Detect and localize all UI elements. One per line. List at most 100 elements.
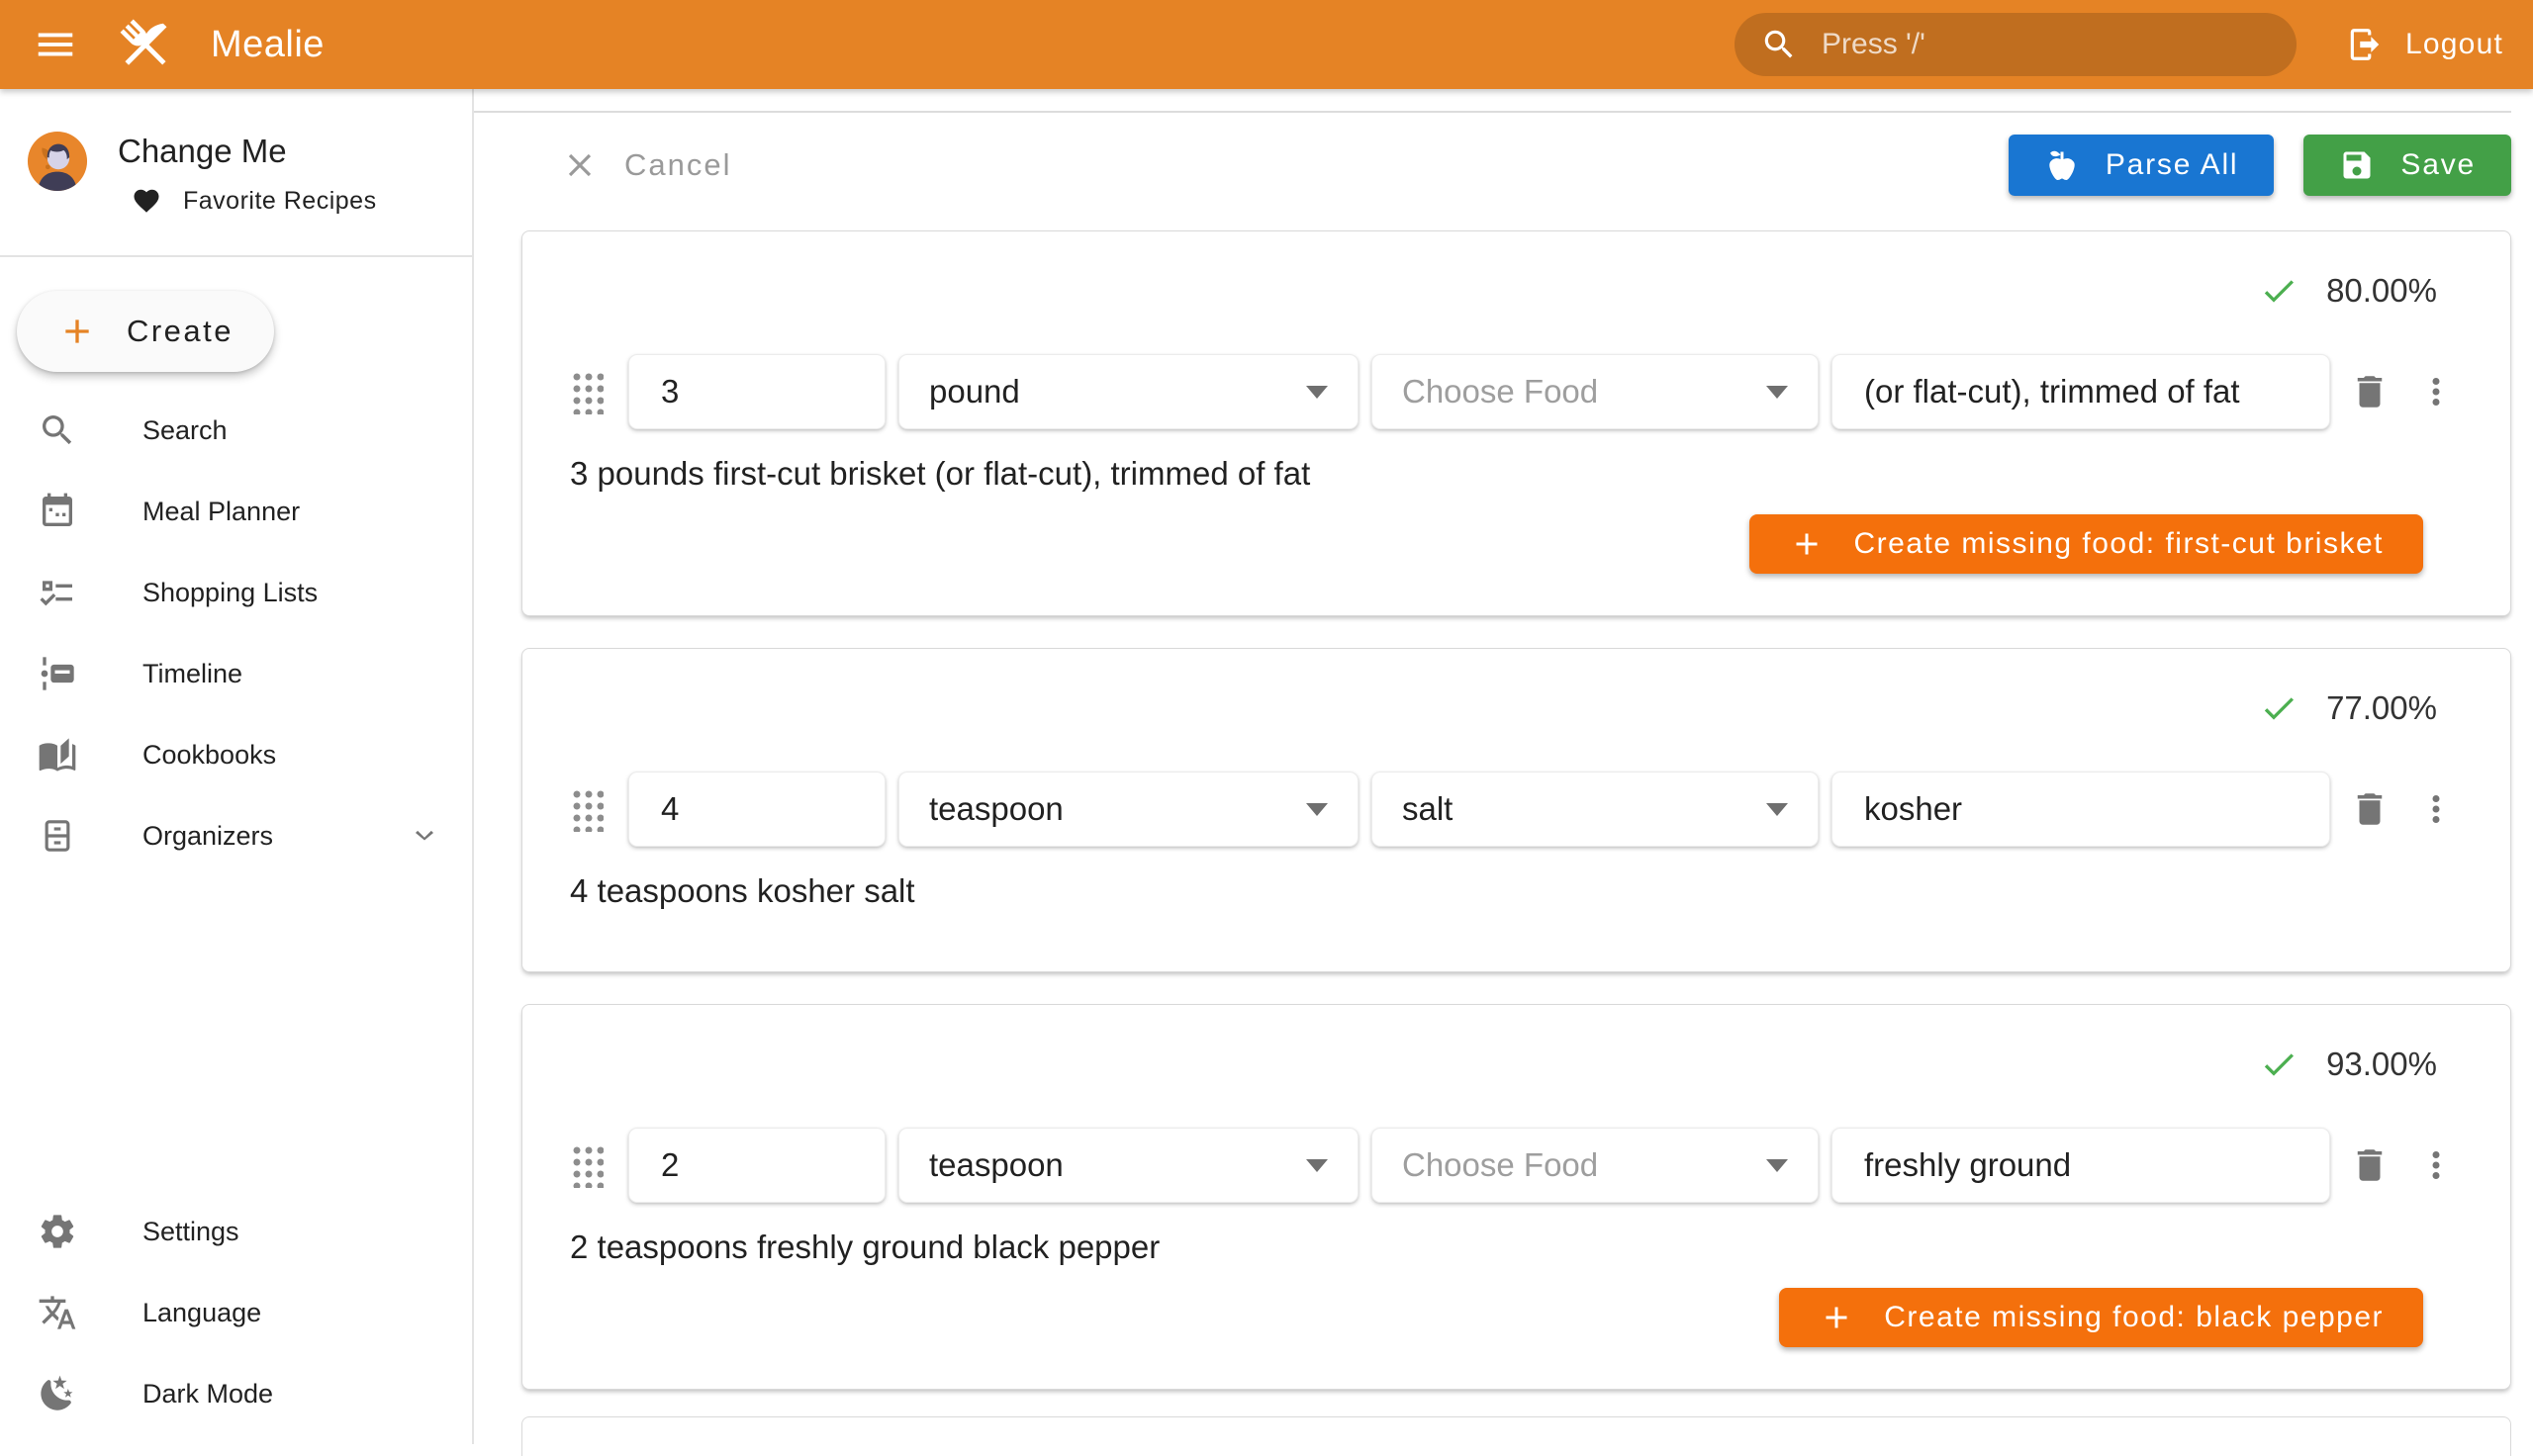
sidebar-item-dark-mode[interactable]: Dark Mode — [0, 1353, 472, 1434]
user-name: Change Me — [118, 133, 377, 170]
plus-icon — [57, 312, 97, 351]
original-ingredient-text: 2 teaspoons freshly ground black pepper — [570, 1228, 2463, 1266]
confidence-row: 93.00% — [570, 1045, 2437, 1084]
calendar-icon — [38, 492, 77, 531]
dropdown-caret-icon — [1306, 803, 1328, 816]
dropdown-caret-icon — [1766, 1159, 1788, 1172]
note-input[interactable] — [1831, 354, 2330, 429]
note-input[interactable] — [1831, 1128, 2330, 1203]
open-book-icon — [38, 735, 77, 774]
dropdown-caret-icon — [1766, 803, 1788, 816]
food-select[interactable]: Choose Food — [1371, 1128, 1819, 1203]
create-missing-food-label: Create missing food: black pepper — [1884, 1301, 2384, 1334]
search-input[interactable] — [1820, 27, 2271, 62]
delete-ingredient-button[interactable] — [2343, 782, 2396, 836]
favorite-recipes-link[interactable]: Favorite Recipes — [132, 186, 377, 216]
dropdown-caret-icon — [1306, 1159, 1328, 1172]
drag-handle-icon[interactable] — [570, 369, 604, 414]
parse-all-button[interactable]: Parse All — [2009, 135, 2275, 196]
sidebar-item-label: Organizers — [142, 821, 273, 852]
sidebar-item-shopping-lists[interactable]: Shopping Lists — [0, 552, 472, 633]
sidebar-item-timeline[interactable]: Timeline — [0, 633, 472, 714]
delete-ingredient-button[interactable] — [2343, 1138, 2396, 1192]
ingredient-fields-row: pound Choose Food — [570, 354, 2463, 429]
trash-icon — [2349, 371, 2391, 412]
sidebar-item-search[interactable]: Search — [0, 390, 472, 471]
drag-handle-icon[interactable] — [570, 1142, 604, 1188]
sidebar-footer: Settings Language Dark Mode — [0, 1191, 472, 1444]
save-icon — [2339, 147, 2375, 183]
search-icon — [1760, 26, 1798, 63]
heart-icon — [132, 186, 161, 216]
sidebar-item-label: Dark Mode — [142, 1379, 273, 1410]
confidence-row: 80.00% — [570, 271, 2437, 311]
mealie-logo-icon — [114, 13, 177, 76]
moon-icon — [38, 1374, 77, 1413]
user-section: Change Me Favorite Recipes — [0, 89, 472, 216]
sidebar-item-language[interactable]: Language — [0, 1272, 472, 1353]
unit-select[interactable]: teaspoon — [898, 1128, 1359, 1203]
quantity-input[interactable] — [628, 772, 886, 847]
drag-handle-icon[interactable] — [570, 786, 604, 832]
create-label: Create — [127, 314, 234, 349]
unit-select[interactable]: pound — [898, 354, 1359, 429]
ingredient-card: 77.00% teaspoon salt — [521, 648, 2511, 972]
more-options-button[interactable] — [2409, 782, 2463, 836]
note-input[interactable] — [1831, 772, 2330, 847]
unit-select[interactable]: teaspoon — [898, 772, 1359, 847]
cancel-label: Cancel — [624, 147, 732, 183]
cancel-button[interactable]: Cancel — [555, 145, 738, 185]
drawers-icon — [38, 816, 77, 856]
parser-toolbar: Cancel Parse All Save — [521, 133, 2511, 198]
more-options-button[interactable] — [2409, 1138, 2463, 1192]
sidebar-item-settings[interactable]: Settings — [0, 1191, 472, 1272]
food-select[interactable]: Choose Food — [1371, 354, 1819, 429]
kebab-menu-icon — [2415, 1144, 2457, 1186]
more-options-button[interactable] — [2409, 365, 2463, 418]
kebab-menu-icon — [2415, 371, 2457, 412]
original-ingredient-text: 4 teaspoons kosher salt — [570, 872, 2463, 910]
create-missing-food-button[interactable]: Create missing food: black pepper — [1779, 1288, 2423, 1347]
confidence-row: 77.00% — [570, 688, 2437, 728]
confidence-value: 77.00% — [2326, 689, 2437, 727]
close-icon — [561, 146, 599, 184]
sidebar-item-label: Search — [142, 415, 228, 446]
dropdown-caret-icon — [1766, 386, 1788, 399]
menu-button[interactable] — [33, 22, 78, 67]
sidebar-item-label: Cookbooks — [142, 740, 276, 771]
original-ingredient-text: 3 pounds first-cut brisket (or flat-cut)… — [570, 455, 2463, 493]
sidebar-item-cookbooks[interactable]: Cookbooks — [0, 714, 472, 795]
checklist-icon — [38, 573, 77, 612]
food-value: Choose Food — [1402, 1146, 1598, 1184]
ingredient-fields-row: teaspoon salt — [570, 772, 2463, 847]
logout-button[interactable]: Logout — [2332, 18, 2517, 71]
food-value: salt — [1402, 790, 1453, 828]
chevron-down-icon — [407, 818, 442, 854]
ingredient-parser-page: Cancel Parse All Save 80.00% — [474, 89, 2533, 1444]
hamburger-icon — [33, 22, 78, 67]
save-label: Save — [2400, 148, 2476, 182]
check-icon — [2259, 271, 2298, 311]
ingredient-fields-row: teaspoon Choose Food — [570, 1128, 2463, 1203]
timeline-icon — [38, 654, 77, 693]
ingredient-card: 93.00% teaspoon Choose Food — [521, 1004, 2511, 1390]
create-missing-food-button[interactable]: Create missing food: first-cut brisket — [1749, 514, 2424, 574]
confidence-value: 93.00% — [2326, 1046, 2437, 1083]
food-select[interactable]: salt — [1371, 772, 1819, 847]
avatar[interactable] — [27, 131, 88, 216]
sidebar-item-meal-planner[interactable]: Meal Planner — [0, 471, 472, 552]
confidence-value: 80.00% — [2326, 272, 2437, 310]
global-search[interactable] — [1735, 13, 2297, 76]
sidebar-item-organizers[interactable]: Organizers — [0, 795, 472, 876]
delete-ingredient-button[interactable] — [2343, 365, 2396, 418]
quantity-input[interactable] — [628, 1128, 886, 1203]
quantity-input[interactable] — [628, 354, 886, 429]
dropdown-caret-icon — [1306, 386, 1328, 399]
sidebar-item-label: Timeline — [142, 659, 242, 689]
save-button[interactable]: Save — [2303, 135, 2511, 196]
content-divider — [474, 111, 2511, 113]
ingredient-card-partial — [521, 1416, 2511, 1456]
create-button[interactable]: Create — [17, 291, 274, 372]
unit-value: teaspoon — [929, 1146, 1064, 1184]
translate-icon — [38, 1293, 77, 1332]
